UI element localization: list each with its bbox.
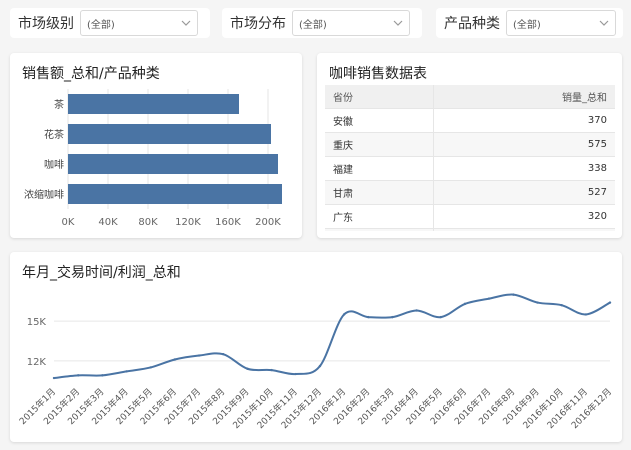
data-point [173, 358, 177, 361]
category-label: 花茶 [44, 128, 64, 141]
select-value: (全部) [513, 19, 541, 31]
category-label: 咖啡 [44, 159, 64, 171]
bar [68, 154, 278, 174]
data-point [52, 376, 56, 380]
data-point [318, 364, 322, 368]
category-label: 茶 [54, 98, 64, 111]
x-tick-label: 80K [138, 217, 158, 228]
table-row: 甘肃 527 [325, 180, 615, 205]
data-point [222, 352, 225, 356]
filter-label: 产品种类 [444, 16, 500, 32]
market-distribution-select[interactable]: (全部) [292, 10, 410, 36]
x-tick-label: 120K [175, 217, 201, 228]
chevron-down-icon [393, 20, 403, 26]
chevron-down-icon [181, 20, 191, 26]
province-cell: 安徽 [325, 108, 434, 133]
product-type-select[interactable]: (全部) [506, 10, 616, 36]
bar [68, 124, 271, 144]
category-label: 浓缩咖啡 [24, 188, 64, 201]
column-header-sales-sum[interactable]: 销量_总和 [433, 85, 615, 109]
bar [68, 94, 239, 114]
y-tick-label: 12K [27, 357, 47, 368]
data-point [367, 315, 370, 319]
sales-cell: 527 [433, 180, 615, 205]
data-point [125, 370, 128, 373]
data-point [342, 313, 346, 316]
data-point [149, 366, 152, 369]
data-point [270, 368, 273, 372]
x-tick-label: 40K [98, 217, 118, 228]
select-value: (全部) [299, 19, 327, 31]
table-viewport[interactable]: 省份 销量_总和 安徽370 重庆575 福建338 甘肃527 广东320 广… [325, 85, 615, 231]
profit-trend-card: 年月_交易时间/利润_总和 12K 15K 2015年1月 2015年2月 2015年3… [10, 252, 622, 442]
data-point [246, 367, 249, 370]
province-cell: 广东 [325, 204, 434, 229]
province-cell: 福建 [325, 156, 434, 181]
data-point [560, 304, 563, 307]
province-cell: 广西 [325, 228, 434, 231]
province-cell: 甘肃 [325, 180, 434, 205]
data-point [512, 293, 515, 296]
sales-cell: 370 [433, 108, 615, 133]
sales-cell: 519 [433, 228, 615, 231]
filter-market-distribution: 市场分布 (全部) [222, 8, 422, 38]
sales-cell: 338 [433, 156, 615, 181]
sales-table: 省份 销量_总和 安徽370 重庆575 福建338 甘肃527 广东320 广… [325, 85, 615, 231]
data-point [391, 315, 394, 319]
province-cell: 重庆 [325, 132, 434, 157]
data-point [294, 372, 297, 376]
sales-cell: 575 [433, 132, 615, 157]
bar [68, 184, 282, 204]
table-header-row: 省份 销量_总和 [325, 85, 615, 109]
sales-bar-chart: 0K 40K 80K 120K 160K 200K 茶花茶咖啡浓缩咖啡 [24, 89, 282, 228]
sales-cell: 320 [433, 204, 615, 229]
x-tick-label: 200K [255, 217, 281, 228]
table-row: 广西519 [325, 228, 615, 231]
profit-line-chart: 12K15K2015年1月2015年2月2015年3月2015年4月2015年5… [17, 293, 614, 431]
data-point [439, 315, 442, 319]
table-row: 安徽 370 [325, 108, 615, 133]
table-row: 福建 338 [325, 156, 615, 181]
profit-series-line [53, 293, 611, 380]
filter-product-type: 产品种类 (全部) [436, 8, 623, 38]
x-tick-label: 0K [62, 217, 75, 228]
sales-by-product-card: 销售额_总和/产品种类 0K 40K 80K 120K 160K 200K 茶花茶 咖啡 浓缩咖… [10, 53, 302, 238]
data-point [584, 313, 588, 316]
data-point [536, 301, 539, 304]
data-point [76, 374, 80, 377]
data-point [487, 297, 491, 300]
filter-label: 市场分布 [230, 16, 286, 32]
chevron-down-icon [599, 20, 609, 26]
coffee-sales-table-card: 咖啡销售数据表 省份 销量_总和 安徽 370 重庆 575 福建 338 甘肃 527… [317, 53, 622, 238]
data-point [608, 301, 612, 304]
card-title: 咖啡销售数据表 [329, 66, 427, 82]
filter-label: 市场级别 [18, 16, 74, 32]
column-header-province[interactable]: 省份 [325, 85, 434, 109]
select-value: (全部) [87, 19, 115, 31]
x-tick-label: 160K [215, 217, 241, 228]
y-tick-label: 15K [27, 317, 47, 328]
data-point [101, 374, 104, 377]
data-point [415, 309, 418, 312]
table-row: 广东 320 [325, 204, 615, 229]
market-level-select[interactable]: (全部) [80, 10, 198, 36]
filter-market-level: 市场级别 (全部) [10, 8, 210, 38]
data-point [197, 354, 201, 357]
table-row: 重庆 575 [325, 132, 615, 157]
data-point [463, 302, 467, 306]
